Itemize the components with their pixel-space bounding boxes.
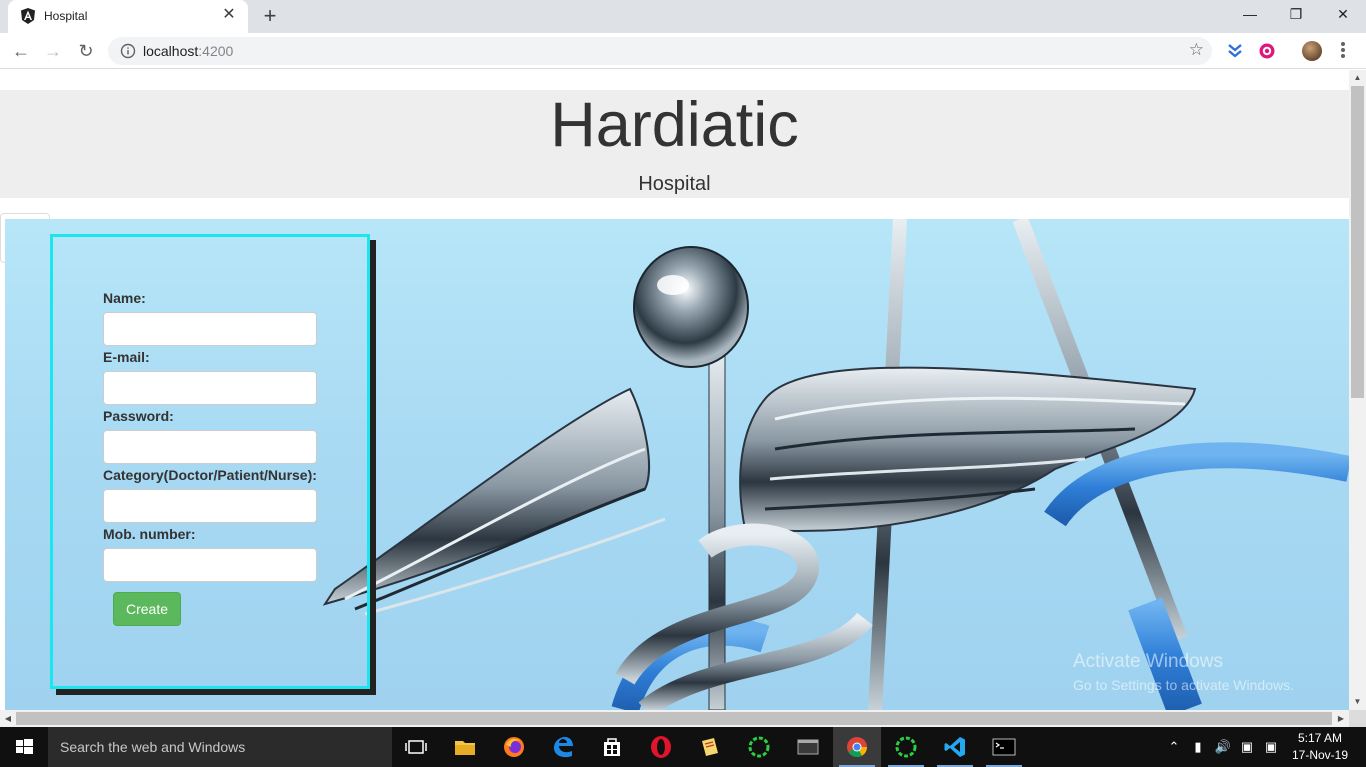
chrome-glyph — [847, 737, 868, 758]
watermark-line2: Go to Settings to activate Windows. — [1073, 677, 1294, 693]
battery-icon[interactable]: ▮ — [1188, 727, 1208, 767]
folder-glyph — [455, 741, 475, 755]
vertical-scroll-thumb[interactable] — [1351, 86, 1364, 398]
spinner-app-2-icon[interactable] — [882, 727, 930, 767]
hero-background: Name: E-mail: Password: Category(Doctor/… — [5, 219, 1349, 710]
browser-tab-strip: Hospital ✕ + — ❐ ✕ — [0, 0, 1366, 33]
vertical-scrollbar[interactable]: ▲ ▼ — [1349, 70, 1366, 710]
extension-target-icon[interactable] — [1258, 42, 1276, 60]
new-tab-button[interactable]: + — [258, 5, 282, 29]
windows-start-icon[interactable] — [0, 727, 48, 767]
back-icon[interactable]: ← — [9, 39, 33, 63]
taskbar-clock[interactable]: 5:17 AM 17-Nov-19 — [1288, 730, 1352, 764]
clock-date: 17-Nov-19 — [1291, 748, 1349, 762]
windows-taskbar: Search the web and Windows ⌃ ▮ 🔊 ▣ ▣ 5:1… — [0, 727, 1366, 767]
firefox-glyph — [504, 737, 524, 757]
browser-toolbar: ← → ↻ localhost:4200 ☆ — [0, 33, 1366, 69]
browser-tab[interactable]: Hospital ✕ — [8, 0, 248, 33]
password-label: Password: — [103, 408, 174, 424]
notes-app-icon[interactable] — [686, 727, 734, 767]
page-viewport: Hardiatic Hospital Name: E-mail: Passwor… — [0, 70, 1349, 710]
scrollbar-corner — [1349, 710, 1366, 727]
mobile-input[interactable] — [103, 548, 317, 582]
url-text: localhost:4200 — [143, 43, 233, 59]
email-label: E-mail: — [103, 349, 150, 365]
name-input[interactable] — [103, 312, 317, 346]
password-input[interactable] — [103, 430, 317, 464]
jumbotron-header: Hardiatic Hospital — [0, 90, 1349, 198]
registration-form: Name: E-mail: Password: Category(Doctor/… — [50, 234, 370, 689]
edge-glyph — [554, 737, 573, 758]
minimize-icon[interactable]: — — [1227, 0, 1273, 30]
opera-glyph — [651, 736, 671, 758]
forward-icon[interactable]: → — [41, 39, 65, 63]
horizontal-scrollbar[interactable]: ◀ ▶ — [0, 710, 1349, 727]
task-view-glyph — [405, 740, 427, 754]
store-glyph — [604, 738, 620, 756]
file-explorer-icon[interactable] — [441, 727, 489, 767]
horizontal-scroll-thumb[interactable] — [16, 712, 1332, 725]
scroll-left-icon[interactable]: ◀ — [0, 710, 16, 727]
tray-chevron-icon[interactable]: ⌃ — [1164, 727, 1184, 767]
green-ring-glyph — [748, 736, 770, 758]
site-title: Hardiatic — [550, 90, 799, 160]
vscode-glyph — [944, 737, 965, 757]
watermark-line1: Activate Windows — [1073, 651, 1223, 672]
windows-activation-watermark: Activate Windows Go to Settings to activ… — [1073, 651, 1294, 693]
category-input[interactable] — [103, 489, 317, 523]
edge-icon[interactable] — [539, 727, 587, 767]
url-host: localhost — [143, 43, 199, 59]
opera-icon[interactable] — [637, 727, 685, 767]
extension-chevron-icon[interactable] — [1226, 42, 1244, 60]
close-window-icon[interactable]: ✕ — [1320, 0, 1366, 30]
url-port: :4200 — [198, 43, 234, 59]
chrome-taskbar-icon[interactable] — [833, 727, 881, 767]
taskbar-search-box[interactable]: Search the web and Windows — [48, 727, 392, 767]
scroll-up-icon[interactable]: ▲ — [1349, 70, 1366, 86]
tab-title: Hospital — [44, 9, 88, 23]
firefox-icon[interactable] — [490, 727, 538, 767]
email-input[interactable] — [103, 371, 317, 405]
chrome-menu-icon[interactable] — [1338, 40, 1348, 62]
left-wing — [322, 387, 666, 616]
angular-icon — [21, 8, 35, 24]
volume-icon[interactable]: 🔊 — [1212, 727, 1234, 767]
mobile-label: Mob. number: — [103, 526, 196, 542]
close-tab-icon[interactable]: ✕ — [220, 6, 238, 24]
spinner-app-icon[interactable] — [735, 727, 783, 767]
window-app-icon[interactable] — [784, 727, 832, 767]
restore-icon[interactable]: ❐ — [1273, 0, 1319, 30]
name-label: Name: — [103, 290, 146, 306]
store-icon[interactable] — [588, 727, 636, 767]
clock-time: 5:17 AM — [1297, 731, 1343, 745]
bookmark-star-icon[interactable]: ☆ — [1189, 40, 1204, 60]
green-ring-2-glyph — [895, 736, 917, 758]
terminal-icon[interactable] — [980, 727, 1028, 767]
category-label: Category(Doctor/Patient/Nurse): — [103, 467, 317, 483]
window-glyph — [797, 739, 819, 755]
terminal-glyph — [992, 738, 1016, 756]
notes-glyph — [702, 738, 718, 756]
info-icon[interactable] — [120, 43, 136, 59]
vscode-icon[interactable] — [931, 727, 979, 767]
task-view-icon[interactable] — [392, 727, 440, 767]
address-bar[interactable]: localhost:4200 ☆ — [108, 37, 1212, 65]
network-icon[interactable]: ▣ — [1236, 727, 1258, 767]
reload-icon[interactable]: ↻ — [74, 39, 98, 63]
profile-avatar[interactable] — [1302, 41, 1322, 61]
notifications-icon[interactable]: ▣ — [1260, 727, 1282, 767]
scroll-down-icon[interactable]: ▼ — [1349, 694, 1366, 710]
create-button[interactable]: Create — [113, 592, 181, 626]
scroll-right-icon[interactable]: ▶ — [1333, 710, 1349, 727]
site-subtitle: Hospital — [638, 173, 711, 195]
